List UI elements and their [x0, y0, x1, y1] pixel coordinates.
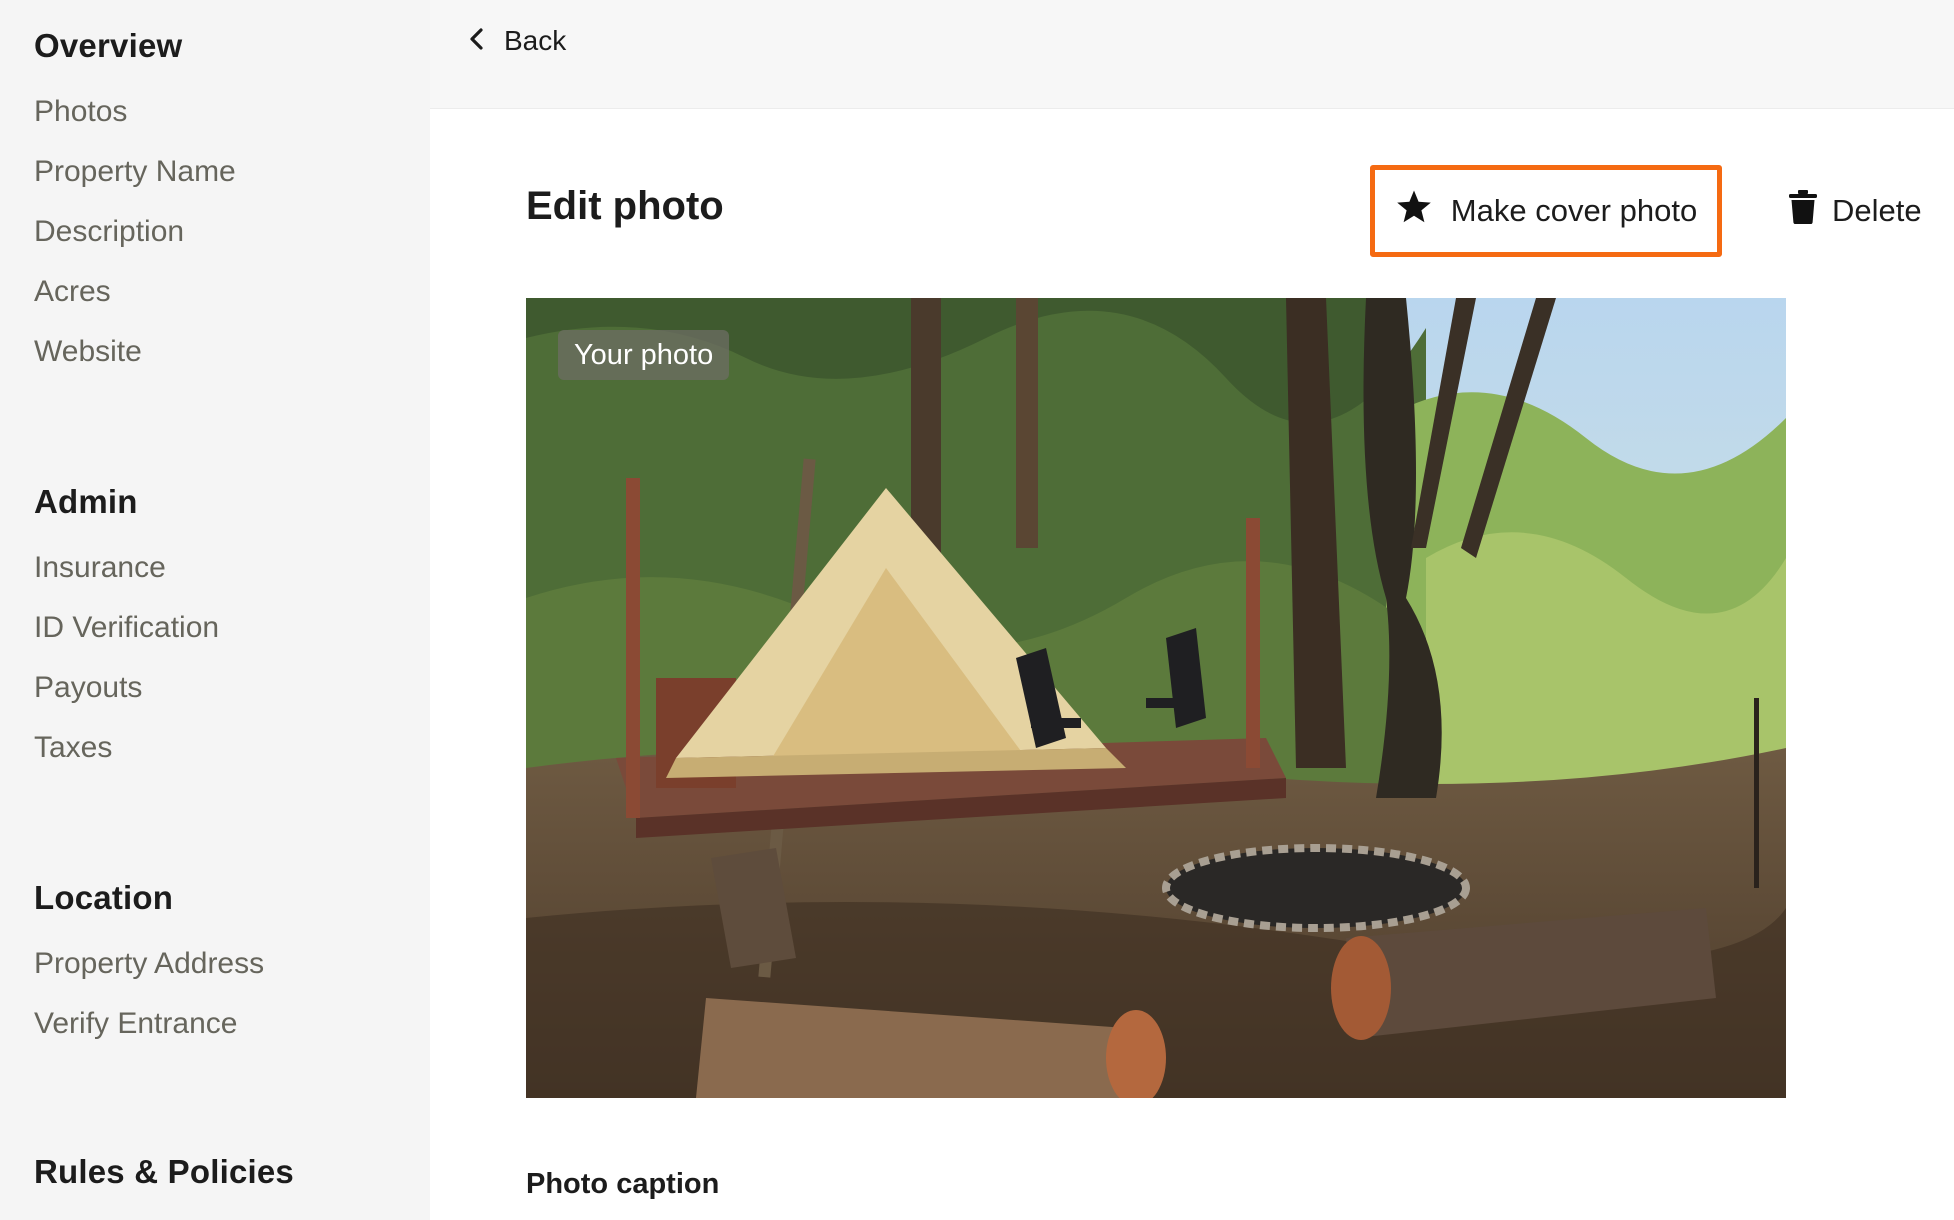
sidebar-item-id-verification[interactable]: ID Verification: [34, 608, 219, 648]
make-cover-photo-button[interactable]: Make cover photo: [1370, 165, 1722, 257]
campsite-photo: [526, 298, 1786, 1098]
sidebar-item-payouts[interactable]: Payouts: [34, 668, 219, 708]
sidebar-item-acres[interactable]: Acres: [34, 272, 236, 312]
trash-icon: [1788, 189, 1818, 233]
sidebar-item-description[interactable]: Description: [34, 212, 236, 252]
sidebar-item-verify-entrance[interactable]: Verify Entrance: [34, 1004, 264, 1044]
sidebar-section-location: Location Property Address Verify Entranc…: [34, 878, 264, 1044]
sidebar-item-property-address[interactable]: Property Address: [34, 944, 264, 984]
delete-label: Delete: [1832, 193, 1922, 228]
photo-caption-label: Photo caption: [526, 1168, 720, 1200]
back-label: Back: [504, 25, 567, 56]
sidebar-section-overview: Overview Photos Property Name Descriptio…: [34, 26, 236, 372]
your-photo-badge: Your photo: [558, 330, 730, 380]
sidebar-heading-rules-policies: Rules & Policies: [34, 1153, 294, 1190]
make-cover-photo-label: Make cover photo: [1450, 193, 1698, 228]
sidebar-section-admin: Admin Insurance ID Verification Payouts …: [34, 482, 219, 768]
sidebar: Overview Photos Property Name Descriptio…: [0, 0, 430, 1220]
sidebar-heading-location: Location: [34, 879, 174, 916]
page-title: Edit photo: [526, 184, 724, 228]
star-icon: [1395, 189, 1433, 233]
delete-button[interactable]: Delete: [1788, 180, 1922, 242]
sidebar-item-taxes[interactable]: Taxes: [34, 728, 219, 768]
chevron-left-icon: [468, 25, 486, 57]
sidebar-section-rules-policies: Rules & Policies: [34, 1152, 294, 1192]
sidebar-item-property-name[interactable]: Property Name: [34, 152, 236, 192]
back-button[interactable]: Back: [468, 20, 566, 62]
top-bar: Back: [430, 0, 1954, 109]
photo-preview: Your photo: [526, 298, 1786, 1098]
sidebar-heading-admin: Admin: [34, 483, 138, 520]
sidebar-heading-overview: Overview: [34, 27, 183, 64]
sidebar-item-photos[interactable]: Photos: [34, 92, 236, 132]
sidebar-item-website[interactable]: Website: [34, 332, 236, 372]
sidebar-item-insurance[interactable]: Insurance: [34, 548, 219, 588]
